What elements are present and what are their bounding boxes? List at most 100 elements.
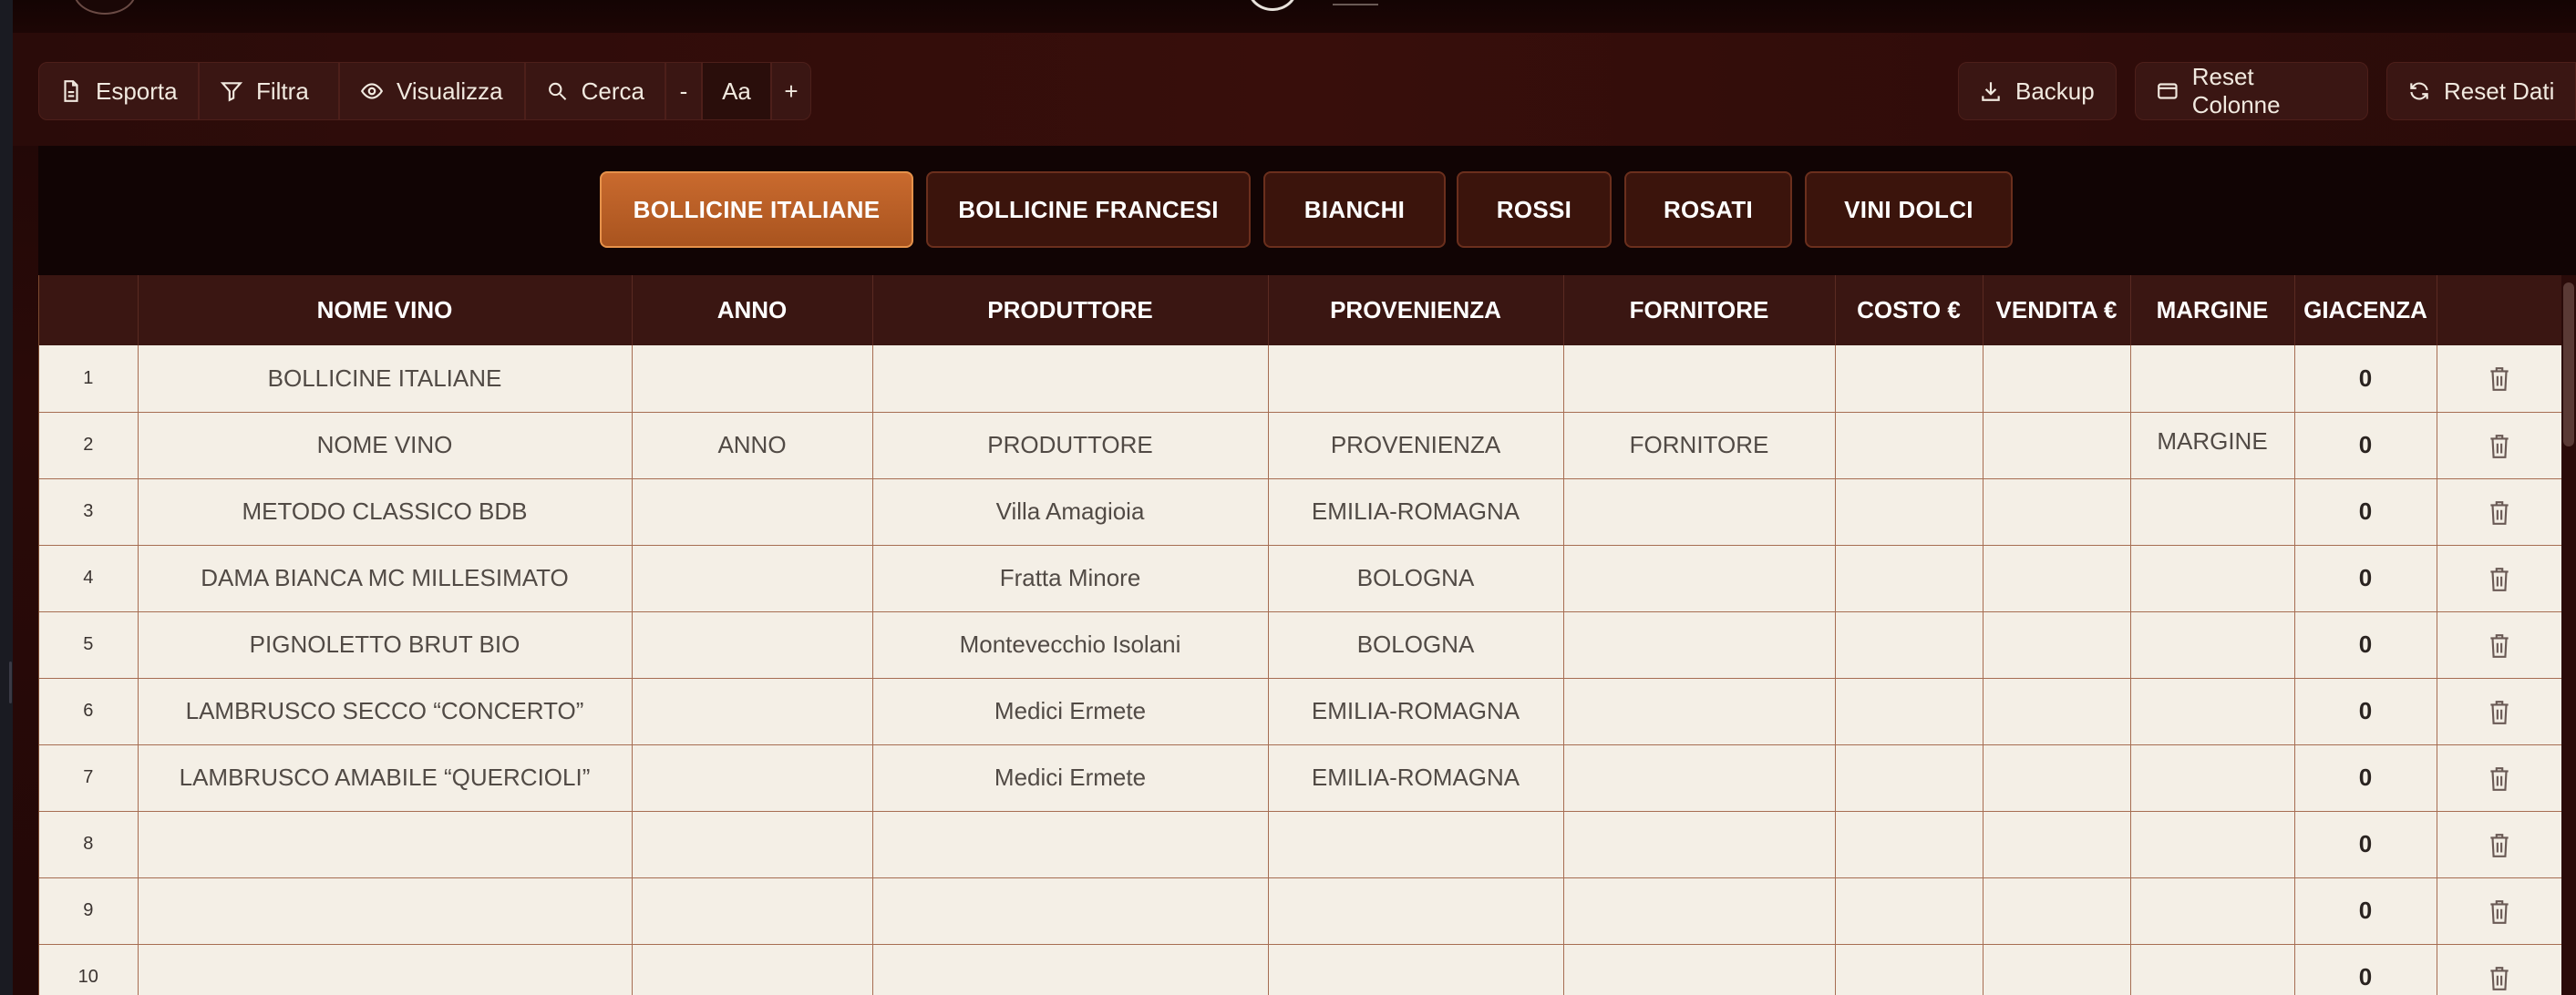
cell-costo[interactable]	[1835, 678, 1984, 745]
cell-produttore[interactable]	[872, 944, 1269, 995]
delete-row-button[interactable]	[2437, 545, 2562, 612]
cell-nome-vino[interactable]: LAMBRUSCO AMABILE “QUERCIOLI”	[138, 744, 633, 812]
delete-row-button[interactable]	[2437, 345, 2562, 413]
cell-vendita[interactable]	[1983, 877, 2131, 945]
cell-produttore[interactable]: Villa Amagioia	[872, 478, 1269, 546]
cell-costo[interactable]	[1835, 811, 1984, 878]
column-header-provenienza[interactable]: PROVENIENZA	[1268, 275, 1564, 345]
cell-produttore[interactable]	[872, 811, 1269, 878]
cell-anno[interactable]	[632, 545, 873, 612]
column-header-nome-vino[interactable]: NOME VINO	[138, 275, 633, 345]
cell-fornitore[interactable]	[1563, 478, 1836, 546]
delete-row-button[interactable]	[2437, 678, 2562, 745]
cell-produttore[interactable]	[872, 877, 1269, 945]
cell-produttore[interactable]: Medici Ermete	[872, 744, 1269, 812]
tab-rosati[interactable]: ROSATI	[1624, 171, 1792, 248]
cell-vendita[interactable]	[1983, 412, 2131, 479]
cell-giacenza[interactable]: 0	[2294, 412, 2437, 479]
cell-fornitore[interactable]	[1563, 944, 1836, 995]
tab-bianchi[interactable]: BIANCHI	[1263, 171, 1446, 248]
cell-fornitore[interactable]	[1563, 345, 1836, 413]
tab-rossi[interactable]: ROSSI	[1457, 171, 1612, 248]
table-scrollbar[interactable]	[2561, 275, 2576, 995]
cell-provenienza[interactable]: BOLOGNA	[1268, 545, 1564, 612]
cell-costo[interactable]	[1835, 744, 1984, 812]
cell-giacenza[interactable]: 0	[2294, 545, 2437, 612]
cell-produttore[interactable]	[872, 345, 1269, 413]
cell-margine[interactable]	[2130, 478, 2295, 546]
cell-nome-vino[interactable]: BOLLICINE ITALIANE	[138, 345, 633, 413]
cell-margine[interactable]	[2130, 877, 2295, 945]
cell-fornitore[interactable]	[1563, 545, 1836, 612]
cell-margine[interactable]	[2130, 611, 2295, 679]
cell-anno[interactable]	[632, 611, 873, 679]
cell-margine[interactable]	[2130, 744, 2295, 812]
cell-nome-vino[interactable]: PIGNOLETTO BRUT BIO	[138, 611, 633, 679]
cell-provenienza[interactable]: EMILIA-ROMAGNA	[1268, 744, 1564, 812]
delete-row-button[interactable]	[2437, 412, 2562, 479]
cell-anno[interactable]	[632, 678, 873, 745]
column-header-vendita[interactable]: VENDITA €	[1983, 275, 2131, 345]
cell-costo[interactable]	[1835, 345, 1984, 413]
cell-anno[interactable]	[632, 345, 873, 413]
cell-giacenza[interactable]: 0	[2294, 345, 2437, 413]
cell-provenienza[interactable]: PROVENIENZA	[1268, 412, 1564, 479]
tab-bollicine-italiane[interactable]: BOLLICINE ITALIANE	[600, 171, 913, 248]
cell-margine[interactable]	[2130, 944, 2295, 995]
cell-margine[interactable]: MARGINE	[2130, 412, 2295, 479]
column-header-costo[interactable]: COSTO €	[1835, 275, 1984, 345]
cell-nome-vino[interactable]	[138, 944, 633, 995]
cell-giacenza[interactable]: 0	[2294, 678, 2437, 745]
font-decrease-button[interactable]: -	[665, 62, 702, 120]
cell-margine[interactable]	[2130, 811, 2295, 878]
cell-anno[interactable]	[632, 811, 873, 878]
delete-row-button[interactable]	[2437, 811, 2562, 878]
delete-row-button[interactable]	[2437, 611, 2562, 679]
backup-button[interactable]: Backup	[1958, 62, 2117, 120]
delete-row-button[interactable]	[2437, 877, 2562, 945]
cell-vendita[interactable]	[1983, 944, 2131, 995]
cell-provenienza[interactable]	[1268, 944, 1564, 995]
delete-row-button[interactable]	[2437, 744, 2562, 812]
scrollbar-thumb[interactable]	[2563, 282, 2574, 446]
cell-giacenza[interactable]: 0	[2294, 744, 2437, 812]
cell-produttore[interactable]: Montevecchio Isolani	[872, 611, 1269, 679]
cell-provenienza[interactable]	[1268, 811, 1564, 878]
cell-giacenza[interactable]: 0	[2294, 478, 2437, 546]
cell-nome-vino[interactable]: LAMBRUSCO SECCO “CONCERTO”	[138, 678, 633, 745]
cell-anno[interactable]	[632, 744, 873, 812]
cell-nome-vino[interactable]: NOME VINO	[138, 412, 633, 479]
cell-nome-vino[interactable]	[138, 811, 633, 878]
search-button[interactable]: Cerca	[525, 62, 665, 120]
column-header-anno[interactable]: ANNO	[632, 275, 873, 345]
cell-margine[interactable]	[2130, 345, 2295, 413]
cell-costo[interactable]	[1835, 412, 1984, 479]
cell-vendita[interactable]	[1983, 811, 2131, 878]
reset-columns-button[interactable]: Reset Colonne	[2135, 62, 2368, 120]
cell-nome-vino[interactable]: DAMA BIANCA MC MILLESIMATO	[138, 545, 633, 612]
cell-fornitore[interactable]	[1563, 877, 1836, 945]
filter-button[interactable]: Filtra	[199, 62, 339, 120]
cell-fornitore[interactable]: FORNITORE	[1563, 412, 1836, 479]
cell-anno[interactable]	[632, 877, 873, 945]
cell-giacenza[interactable]: 0	[2294, 811, 2437, 878]
column-header-giacenza[interactable]: GIACENZA	[2294, 275, 2437, 345]
cell-margine[interactable]	[2130, 545, 2295, 612]
cell-produttore[interactable]: Medici Ermete	[872, 678, 1269, 745]
column-header-fornitore[interactable]: FORNITORE	[1563, 275, 1836, 345]
cell-vendita[interactable]	[1983, 611, 2131, 679]
cell-giacenza[interactable]: 0	[2294, 877, 2437, 945]
cell-nome-vino[interactable]	[138, 877, 633, 945]
cell-fornitore[interactable]	[1563, 811, 1836, 878]
cell-fornitore[interactable]	[1563, 611, 1836, 679]
cell-giacenza[interactable]: 0	[2294, 611, 2437, 679]
cell-provenienza[interactable]	[1268, 345, 1564, 413]
cell-provenienza[interactable]: EMILIA-ROMAGNA	[1268, 678, 1564, 745]
cell-fornitore[interactable]	[1563, 744, 1836, 812]
tab-vini-dolci[interactable]: VINI DOLCI	[1805, 171, 2013, 248]
delete-row-button[interactable]	[2437, 944, 2562, 995]
cell-fornitore[interactable]	[1563, 678, 1836, 745]
cell-costo[interactable]	[1835, 478, 1984, 546]
view-button[interactable]: Visualizza	[339, 62, 525, 120]
cell-vendita[interactable]	[1983, 678, 2131, 745]
